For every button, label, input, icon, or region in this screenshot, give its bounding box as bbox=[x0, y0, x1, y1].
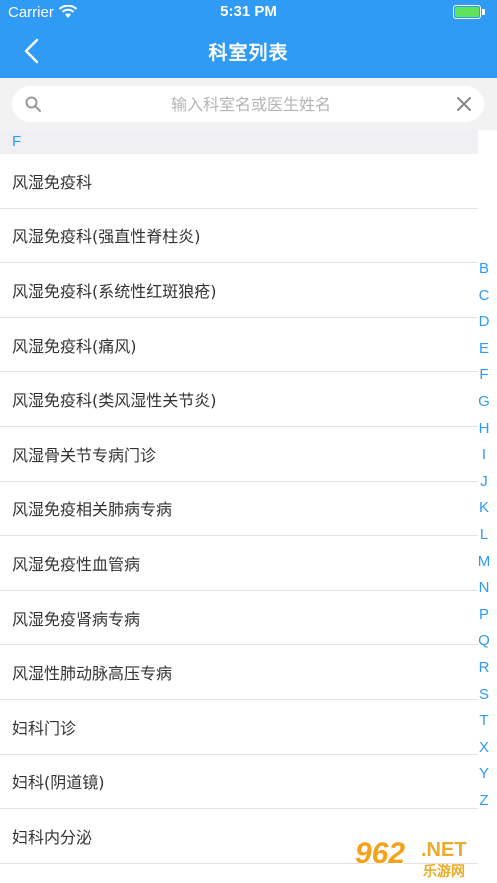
list-item[interactable]: 风湿免疫性血管病 bbox=[0, 536, 478, 591]
list-item[interactable]: 风湿免疫科(痛风) bbox=[0, 317, 478, 373]
index-letter[interactable]: I bbox=[475, 442, 493, 469]
index-letter[interactable]: P bbox=[475, 602, 493, 629]
watermark-number: 962 bbox=[355, 837, 406, 870]
index-letter[interactable]: J bbox=[475, 469, 493, 496]
page-title: 科室列表 bbox=[208, 42, 289, 64]
list-item[interactable]: 风湿免疫相关肺病专病 bbox=[0, 481, 478, 537]
index-letter[interactable]: Q bbox=[475, 628, 493, 655]
list-item[interactable]: 妇科(阴道镜) bbox=[0, 754, 478, 810]
index-letter[interactable]: G bbox=[475, 389, 493, 416]
index-letter[interactable]: N bbox=[475, 575, 493, 602]
list-item[interactable]: 风湿免疫肾病专病 bbox=[0, 590, 478, 646]
index-letter[interactable]: Y bbox=[475, 761, 493, 788]
search-input[interactable] bbox=[56, 86, 446, 122]
header: Carrier 5:31 PM 科室列表 bbox=[0, 0, 497, 78]
close-icon[interactable] bbox=[456, 96, 472, 112]
list-item[interactable]: 风湿免疫科(类风湿性关节炎) bbox=[0, 372, 478, 427]
index-letter[interactable]: R bbox=[475, 655, 493, 682]
index-letter[interactable]: L bbox=[475, 522, 493, 549]
list-item[interactable]: 风湿免疫科(强直性脊柱炎) bbox=[0, 208, 478, 264]
battery-icon bbox=[453, 5, 481, 19]
battery-tip bbox=[482, 9, 485, 15]
search-bar bbox=[0, 78, 497, 130]
list-item[interactable]: 风湿免疫科(系统性红斑狼疮) bbox=[0, 263, 478, 318]
alphabet-index: B C D E F G H I J K L M N P Q R S T X Y … bbox=[475, 256, 493, 814]
department-list: F 风湿免疫科 风湿免疫科(强直性脊柱炎) 风湿免疫科(系统性红斑狼疮) 风湿免… bbox=[0, 130, 478, 883]
status-bar: Carrier 5:31 PM bbox=[0, 0, 497, 24]
index-letter[interactable]: K bbox=[475, 495, 493, 522]
index-letter[interactable]: Z bbox=[475, 788, 493, 815]
index-letter[interactable]: M bbox=[475, 549, 493, 576]
index-letter[interactable]: H bbox=[475, 416, 493, 443]
index-letter[interactable]: X bbox=[475, 735, 493, 762]
index-letter[interactable]: D bbox=[475, 309, 493, 336]
index-letter[interactable]: C bbox=[475, 283, 493, 310]
search-icon bbox=[25, 96, 41, 112]
list-item[interactable]: 妇科门诊 bbox=[0, 699, 478, 755]
list-item[interactable]: 风湿骨关节专病门诊 bbox=[0, 426, 478, 482]
list-item[interactable]: 风湿性肺动脉高压专病 bbox=[0, 645, 478, 700]
watermark-suffix: .NET bbox=[421, 839, 467, 861]
index-letter[interactable]: F bbox=[475, 362, 493, 389]
watermark-logo: 962 .NET 乐游网 bbox=[355, 837, 495, 881]
status-time: 5:31 PM bbox=[220, 3, 277, 20]
index-letter[interactable]: E bbox=[475, 336, 493, 363]
index-letter[interactable]: S bbox=[475, 682, 493, 709]
list-item[interactable]: 风湿免疫科 bbox=[0, 154, 478, 209]
search-box[interactable] bbox=[12, 86, 484, 122]
index-letter[interactable]: T bbox=[475, 708, 493, 735]
section-header: F bbox=[0, 130, 478, 154]
index-letter[interactable]: B bbox=[475, 256, 493, 283]
nav-bar: 科室列表 bbox=[0, 24, 497, 78]
watermark-caption: 乐游网 bbox=[423, 864, 465, 880]
